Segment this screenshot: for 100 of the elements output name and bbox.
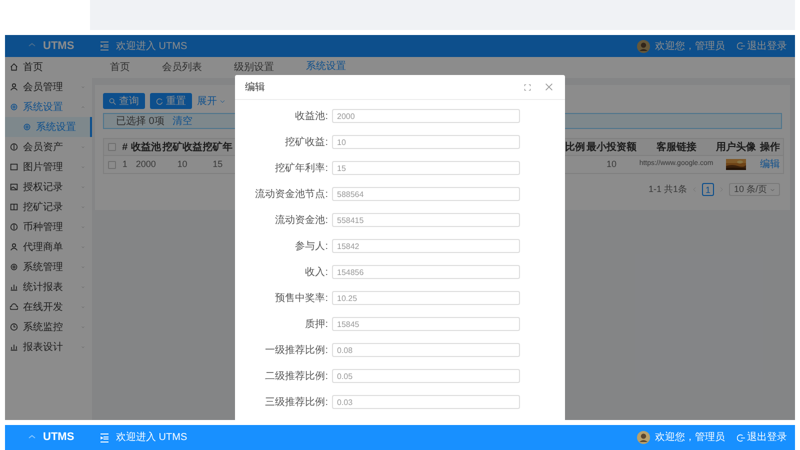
field-label: 流动资金池: bbox=[274, 214, 328, 228]
sidebar-item[interactable]: 报表设计 bbox=[5, 337, 92, 357]
column-header: # bbox=[122, 140, 128, 154]
logout-link[interactable]: 退出登录 bbox=[737, 430, 787, 445]
sidebar-item[interactable]: 系统设置 bbox=[5, 97, 92, 117]
sidebar-item[interactable]: 系统监控 bbox=[5, 317, 92, 337]
field-label: 挖矿收益: bbox=[284, 136, 328, 150]
table-cell-text: 2000 bbox=[136, 158, 156, 171]
chart-icon bbox=[10, 343, 18, 351]
home-icon bbox=[10, 63, 18, 71]
clear-link[interactable]: 清空 bbox=[172, 114, 192, 128]
pagination-summary: 1-1 共1条 bbox=[648, 183, 687, 196]
sidebar-item[interactable]: 会员管理 bbox=[5, 77, 92, 97]
avatar-icon bbox=[637, 431, 650, 444]
sidebar-item[interactable]: 代理商单 bbox=[5, 237, 92, 257]
input-field[interactable]: 558415 bbox=[332, 213, 520, 227]
logo-text: UTMS bbox=[43, 38, 74, 54]
sidebar-item[interactable]: 系统管理 bbox=[5, 257, 92, 277]
coin-icon bbox=[10, 143, 18, 151]
input-field[interactable]: 0.03 bbox=[332, 395, 520, 409]
logout-link[interactable]: 退出登录 bbox=[737, 38, 787, 54]
user-greeting: 欢迎您，管理员 bbox=[655, 430, 725, 445]
close-icon[interactable] bbox=[545, 83, 553, 91]
page-button[interactable]: 1 bbox=[702, 183, 714, 196]
image-icon bbox=[10, 183, 18, 191]
field-label: 收益池: bbox=[294, 110, 328, 124]
input-field[interactable]: 2000 bbox=[332, 109, 520, 123]
column-header: 操作 bbox=[760, 140, 780, 154]
fullscreen-icon[interactable] bbox=[524, 84, 531, 90]
input-field[interactable]: 0.05 bbox=[332, 369, 520, 383]
square-icon bbox=[10, 163, 18, 171]
table-cell-text: 10 bbox=[606, 158, 616, 171]
gear-icon bbox=[10, 263, 18, 271]
sidebar-item[interactable]: 在线开发 bbox=[5, 297, 92, 317]
column-header: 挖矿年 bbox=[202, 140, 233, 154]
chevron-down-icon bbox=[770, 188, 775, 192]
table-cell-text: 10 bbox=[177, 158, 188, 171]
sidebar-item[interactable]: 挖矿记录 bbox=[5, 197, 92, 217]
tab[interactable]: 首页 bbox=[104, 57, 136, 78]
edit-link[interactable]: 编辑 bbox=[760, 157, 780, 172]
chevron-right-icon[interactable] bbox=[718, 186, 724, 194]
sidebar-item[interactable]: 图片管理 bbox=[5, 157, 92, 177]
search-button[interactable]: 查询 bbox=[103, 93, 145, 109]
user-greeting: 欢迎您，管理员 bbox=[655, 40, 725, 54]
input-field[interactable]: 0.08 bbox=[332, 343, 520, 357]
field-label: 流动资金池节点: bbox=[254, 188, 328, 202]
chevron-down-icon bbox=[219, 98, 226, 104]
input-field[interactable]: 10.25 bbox=[332, 291, 520, 305]
sidebar-item[interactable]: 授权记录 bbox=[5, 177, 92, 197]
sidebar-item[interactable]: 首页 bbox=[5, 57, 92, 77]
logo-text: UTMS bbox=[43, 430, 74, 446]
expand-link[interactable]: 展开 bbox=[197, 94, 226, 108]
logout-icon bbox=[737, 42, 745, 50]
input-field[interactable]: 15842 bbox=[332, 239, 520, 253]
field-label: 挖矿年利率: bbox=[274, 162, 328, 176]
reload-icon bbox=[156, 98, 163, 104]
table-cell-text: 15 bbox=[212, 158, 223, 171]
field-label: 质押: bbox=[304, 318, 328, 332]
tab[interactable]: 会员列表 bbox=[156, 57, 208, 78]
welcome-text: 欢迎进入 UTMS bbox=[116, 430, 188, 445]
field-label: 预售中奖率: bbox=[274, 292, 328, 306]
clock-icon bbox=[10, 323, 18, 331]
table-cell-text: 1 bbox=[122, 158, 128, 171]
gear-icon bbox=[10, 103, 18, 111]
input-field[interactable]: 154856 bbox=[332, 265, 520, 279]
sidebar-subitem[interactable]: 系统设置 bbox=[5, 117, 92, 137]
table-icon bbox=[10, 203, 18, 211]
avatar-icon bbox=[637, 40, 650, 52]
checkbox[interactable] bbox=[108, 143, 116, 151]
tab[interactable]: 级别设置 bbox=[228, 57, 280, 78]
column-header: 用户头像 bbox=[716, 140, 756, 154]
chart-icon bbox=[10, 283, 18, 291]
checkbox[interactable] bbox=[108, 160, 116, 168]
user-icon bbox=[10, 83, 18, 91]
menu-icon[interactable] bbox=[99, 432, 110, 442]
reset-button[interactable]: 重置 bbox=[150, 93, 192, 109]
input-field[interactable]: 588564 bbox=[332, 187, 520, 201]
field-label: 二级推荐比例: bbox=[264, 370, 328, 384]
page-size-select[interactable]: 10 条/页 bbox=[728, 183, 780, 196]
input-field[interactable]: 15845 bbox=[332, 317, 520, 331]
sidebar-item[interactable]: 统计报表 bbox=[5, 277, 92, 297]
chevron-left-icon[interactable] bbox=[692, 186, 697, 194]
search-icon bbox=[109, 98, 116, 104]
input-field[interactable]: 10 bbox=[332, 135, 520, 149]
column-header: 比例 bbox=[565, 140, 586, 154]
field-label: 一级推荐比例: bbox=[264, 344, 328, 358]
input-field[interactable]: 15 bbox=[332, 161, 520, 175]
user-icon bbox=[10, 243, 18, 251]
logo-icon bbox=[27, 43, 37, 49]
column-header: 收益池 bbox=[130, 140, 161, 154]
gear-icon bbox=[23, 123, 31, 131]
column-header: 客服链接 bbox=[656, 140, 696, 154]
sidebar-item[interactable]: 币种管理 bbox=[5, 217, 92, 237]
menu-icon[interactable] bbox=[99, 41, 110, 51]
sidebar-item[interactable]: 会员资产 bbox=[5, 137, 92, 157]
logo-icon bbox=[27, 434, 37, 440]
field-label: 三级推荐比例: bbox=[264, 396, 328, 410]
welcome-text: 欢迎进入 UTMS bbox=[116, 40, 188, 54]
selection-count: 已选择 0项 bbox=[116, 114, 164, 128]
field-label: 收入: bbox=[304, 266, 328, 280]
